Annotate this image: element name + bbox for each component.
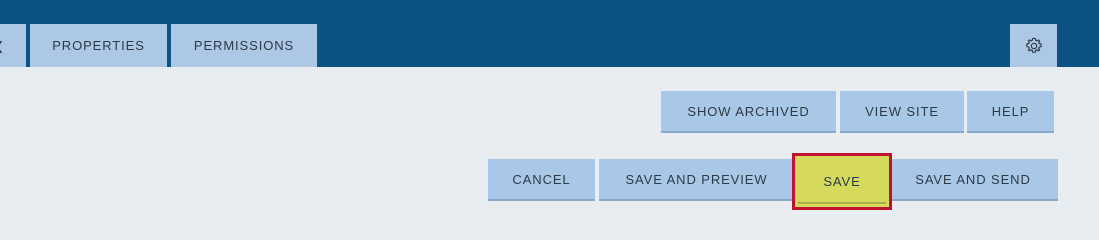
tab-permissions[interactable]: PERMISSIONS	[171, 24, 317, 67]
page: ❮ PROPERTIES PERMISSIONS SHOW ARCHIVED V…	[0, 0, 1099, 221]
tab-properties-label: PROPERTIES	[52, 38, 145, 53]
save-button[interactable]: SAVE	[792, 153, 892, 210]
save-and-send-label: SAVE AND SEND	[915, 171, 1031, 187]
tab-previous-partial[interactable]: ❮	[0, 24, 26, 67]
view-site-label: VIEW SITE	[865, 103, 939, 119]
save-label: SAVE	[823, 174, 861, 189]
save-and-preview-button[interactable]: SAVE AND PREVIEW	[599, 159, 794, 201]
cancel-label: CANCEL	[512, 171, 571, 187]
cancel-button[interactable]: CANCEL	[488, 159, 595, 201]
tab-properties[interactable]: PROPERTIES	[30, 24, 167, 67]
save-and-send-button[interactable]: SAVE AND SEND	[888, 159, 1058, 201]
help-label: HELP	[991, 103, 1030, 119]
show-archived-label: SHOW ARCHIVED	[687, 103, 810, 119]
view-site-button[interactable]: VIEW SITE	[840, 91, 964, 133]
gear-icon	[1025, 37, 1042, 53]
top-navigation-bar: ❮ PROPERTIES PERMISSIONS	[0, 0, 1099, 67]
chevron-left-icon: ❮	[0, 39, 5, 53]
show-archived-button[interactable]: SHOW ARCHIVED	[661, 91, 836, 133]
settings-button[interactable]	[1010, 24, 1057, 67]
help-button[interactable]: HELP	[967, 91, 1054, 133]
tab-permissions-label: PERMISSIONS	[193, 38, 295, 53]
save-and-preview-label: SAVE AND PREVIEW	[625, 171, 768, 187]
